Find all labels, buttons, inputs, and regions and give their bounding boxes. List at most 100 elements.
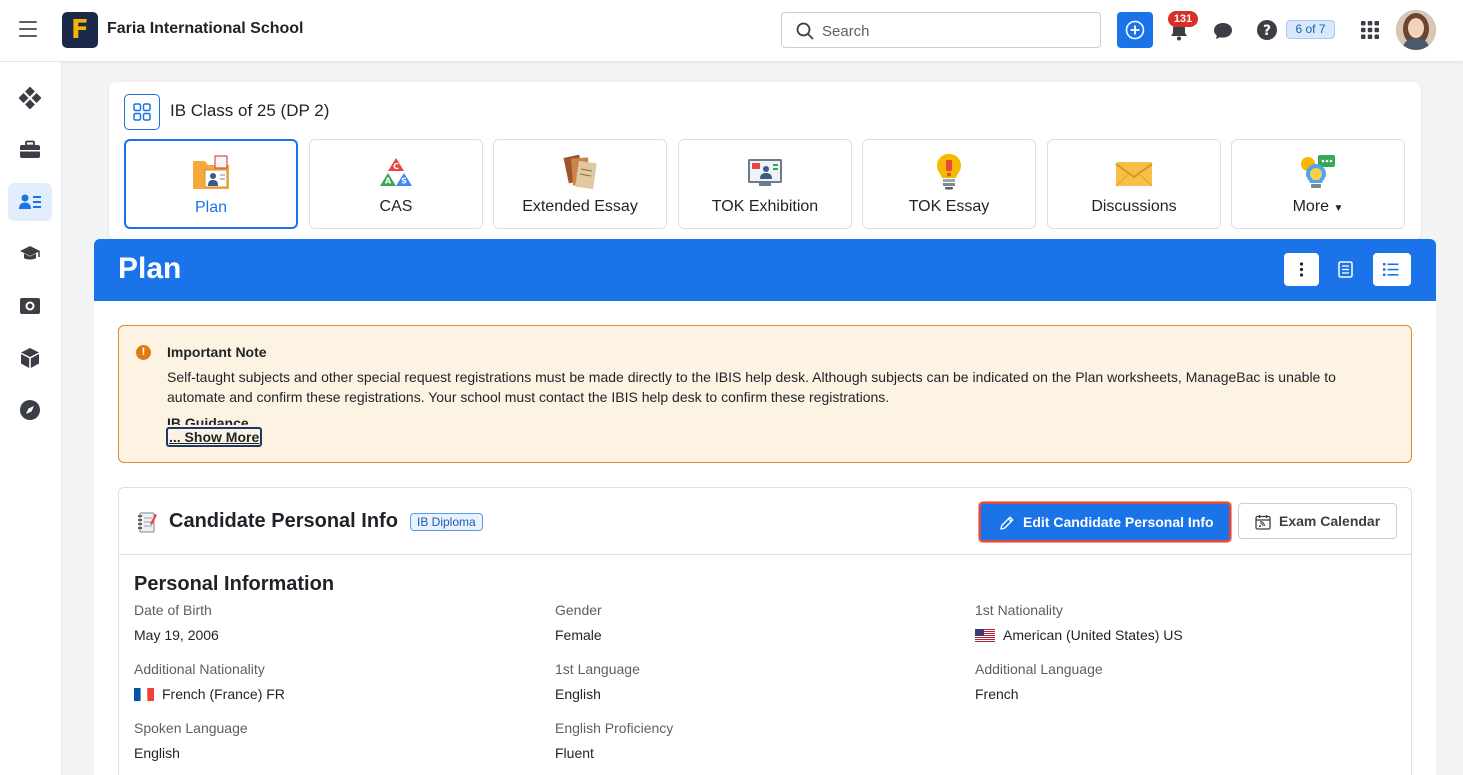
page-title: Plan xyxy=(118,252,182,285)
tab-label-with-caret: More ▼ xyxy=(1232,198,1404,216)
field-value: English xyxy=(134,745,534,761)
search-box[interactable] xyxy=(781,12,1101,48)
tok-exhibition-screen-icon xyxy=(748,159,782,186)
field-value-text: French xyxy=(975,686,1019,702)
notifications-badge: 131 xyxy=(1168,11,1198,27)
apps-grid-icon[interactable] xyxy=(1361,21,1379,39)
sidebar-item-students[interactable] xyxy=(8,183,52,221)
messages-icon[interactable] xyxy=(1212,20,1234,42)
calendar-feed-icon xyxy=(1255,515,1271,530)
add-button[interactable] xyxy=(1117,12,1153,48)
user-avatar[interactable] xyxy=(1396,10,1436,50)
field-value: May 19, 2006 xyxy=(134,627,534,643)
edit-candidate-info-button[interactable]: Edit Candidate Personal Info xyxy=(979,502,1231,542)
tab-extended-essay[interactable]: Extended Essay xyxy=(493,139,667,229)
school-logo[interactable]: F xyxy=(62,12,98,48)
note-title: Important Note xyxy=(167,344,267,360)
tab-label: TOK Exhibition xyxy=(711,198,819,215)
field-value: American (United States) US xyxy=(975,627,1375,643)
discussions-envelope-icon xyxy=(1115,162,1153,187)
field-value: Fluent xyxy=(555,745,955,761)
book-globe-icon xyxy=(20,298,40,314)
candidate-info-card: Candidate Personal Info IB Diploma Edit … xyxy=(118,487,1412,775)
tab-tok-essay[interactable]: TOK Essay xyxy=(862,139,1036,229)
grid-icon xyxy=(133,103,151,121)
tab-more[interactable]: More ▼ xyxy=(1231,139,1405,229)
field-label: Additional Language xyxy=(975,661,1103,677)
tab-label: Plan xyxy=(194,199,228,216)
sidebar-item-dashboard[interactable] xyxy=(8,79,52,117)
svg-text:A: A xyxy=(385,177,392,186)
diamond-grid-icon xyxy=(19,87,41,109)
exam-calendar-button[interactable]: Exam Calendar xyxy=(1238,503,1397,539)
search-icon xyxy=(796,22,814,40)
sidebar-item-library[interactable] xyxy=(8,287,52,325)
field-value-text: English xyxy=(134,745,180,761)
note-subheading: IB Guidance xyxy=(167,415,249,425)
tab-label: Discussions xyxy=(1091,198,1177,215)
plan-content: ! Important Note Self-taught subjects an… xyxy=(94,301,1436,775)
svg-text:?: ? xyxy=(1263,23,1271,39)
field-first-nationality: 1st Nationality American (United States)… xyxy=(975,602,1375,643)
svg-text:C: C xyxy=(393,162,399,171)
field-value: English xyxy=(555,686,955,702)
field-gender: Gender Female xyxy=(555,602,955,643)
tab-cas[interactable]: CAS CAS xyxy=(309,139,483,229)
note-body: Self-taught subjects and other special r… xyxy=(167,369,1336,405)
sidebar-item-resources[interactable] xyxy=(8,339,52,377)
cube-icon xyxy=(21,348,39,368)
compass-icon xyxy=(20,400,40,420)
edit-button-label: Edit Candidate Personal Info xyxy=(1023,514,1214,530)
plan-header: Plan xyxy=(94,239,1436,301)
tab-label: CAS xyxy=(379,198,413,215)
field-first-language: 1st Language English xyxy=(555,661,955,702)
sidebar-item-explore[interactable] xyxy=(8,391,52,429)
kebab-menu-button[interactable] xyxy=(1284,253,1319,286)
field-value-text: American (United States) US xyxy=(1003,627,1183,643)
tab-tok-exhibition[interactable]: TOK Exhibition xyxy=(678,139,852,229)
sidebar-item-portfolio[interactable] xyxy=(8,131,52,169)
list-view-button[interactable] xyxy=(1373,253,1411,286)
field-value-text: Female xyxy=(555,627,602,643)
school-name[interactable]: Faria International School xyxy=(107,20,303,38)
field-value-text: French (France) FR xyxy=(162,686,285,702)
list-view-icon xyxy=(1383,263,1399,276)
tab-label: More xyxy=(1292,198,1330,215)
field-label: 1st Nationality xyxy=(975,602,1063,618)
more-bulb-chat-icon xyxy=(1301,155,1335,188)
us-flag-icon xyxy=(975,628,995,642)
tab-plan[interactable]: Plan xyxy=(124,139,298,229)
sidebar-item-programs[interactable] xyxy=(8,235,52,273)
class-icon-button[interactable] xyxy=(124,94,160,130)
field-english-proficiency: English Proficiency Fluent xyxy=(555,720,955,761)
field-label: Date of Birth xyxy=(134,602,212,618)
graduation-cap-icon xyxy=(20,246,40,260)
search-input[interactable] xyxy=(822,20,1082,42)
document-view-icon xyxy=(1338,261,1353,278)
hamburger-menu-icon[interactable] xyxy=(19,21,37,37)
field-label: English Proficiency xyxy=(555,720,674,736)
field-label: Additional Nationality xyxy=(134,661,265,677)
extended-essay-books-icon xyxy=(563,154,597,190)
show-more-link[interactable]: ... Show More xyxy=(166,427,263,447)
field-date-of-birth: Date of Birth May 19, 2006 xyxy=(134,602,534,643)
card-title: Candidate Personal Info xyxy=(169,510,398,532)
program-badge: IB Diploma xyxy=(410,513,483,531)
fr-flag-icon xyxy=(134,687,154,701)
section-title: Personal Information xyxy=(134,573,335,595)
tab-label: TOK Essay xyxy=(908,198,990,215)
field-value-text: May 19, 2006 xyxy=(134,627,219,643)
field-value-text: Fluent xyxy=(555,745,594,761)
pager-badge[interactable]: 6 of 7 xyxy=(1286,20,1335,39)
caret-down-icon: ▼ xyxy=(1333,203,1344,214)
candidate-info-header: Candidate Personal Info IB Diploma Edit … xyxy=(119,488,1411,555)
field-additional-nationality: Additional Nationality French (France) F… xyxy=(134,661,534,702)
tab-discussions[interactable]: Discussions xyxy=(1047,139,1221,229)
tab-label: Extended Essay xyxy=(522,198,638,215)
student-card-icon xyxy=(19,194,41,209)
field-label: 1st Language xyxy=(555,661,640,677)
help-icon[interactable]: ? xyxy=(1256,19,1278,41)
exam-calendar-label: Exam Calendar xyxy=(1279,513,1381,529)
document-view-button[interactable] xyxy=(1328,253,1363,286)
notepad-icon xyxy=(138,512,157,533)
